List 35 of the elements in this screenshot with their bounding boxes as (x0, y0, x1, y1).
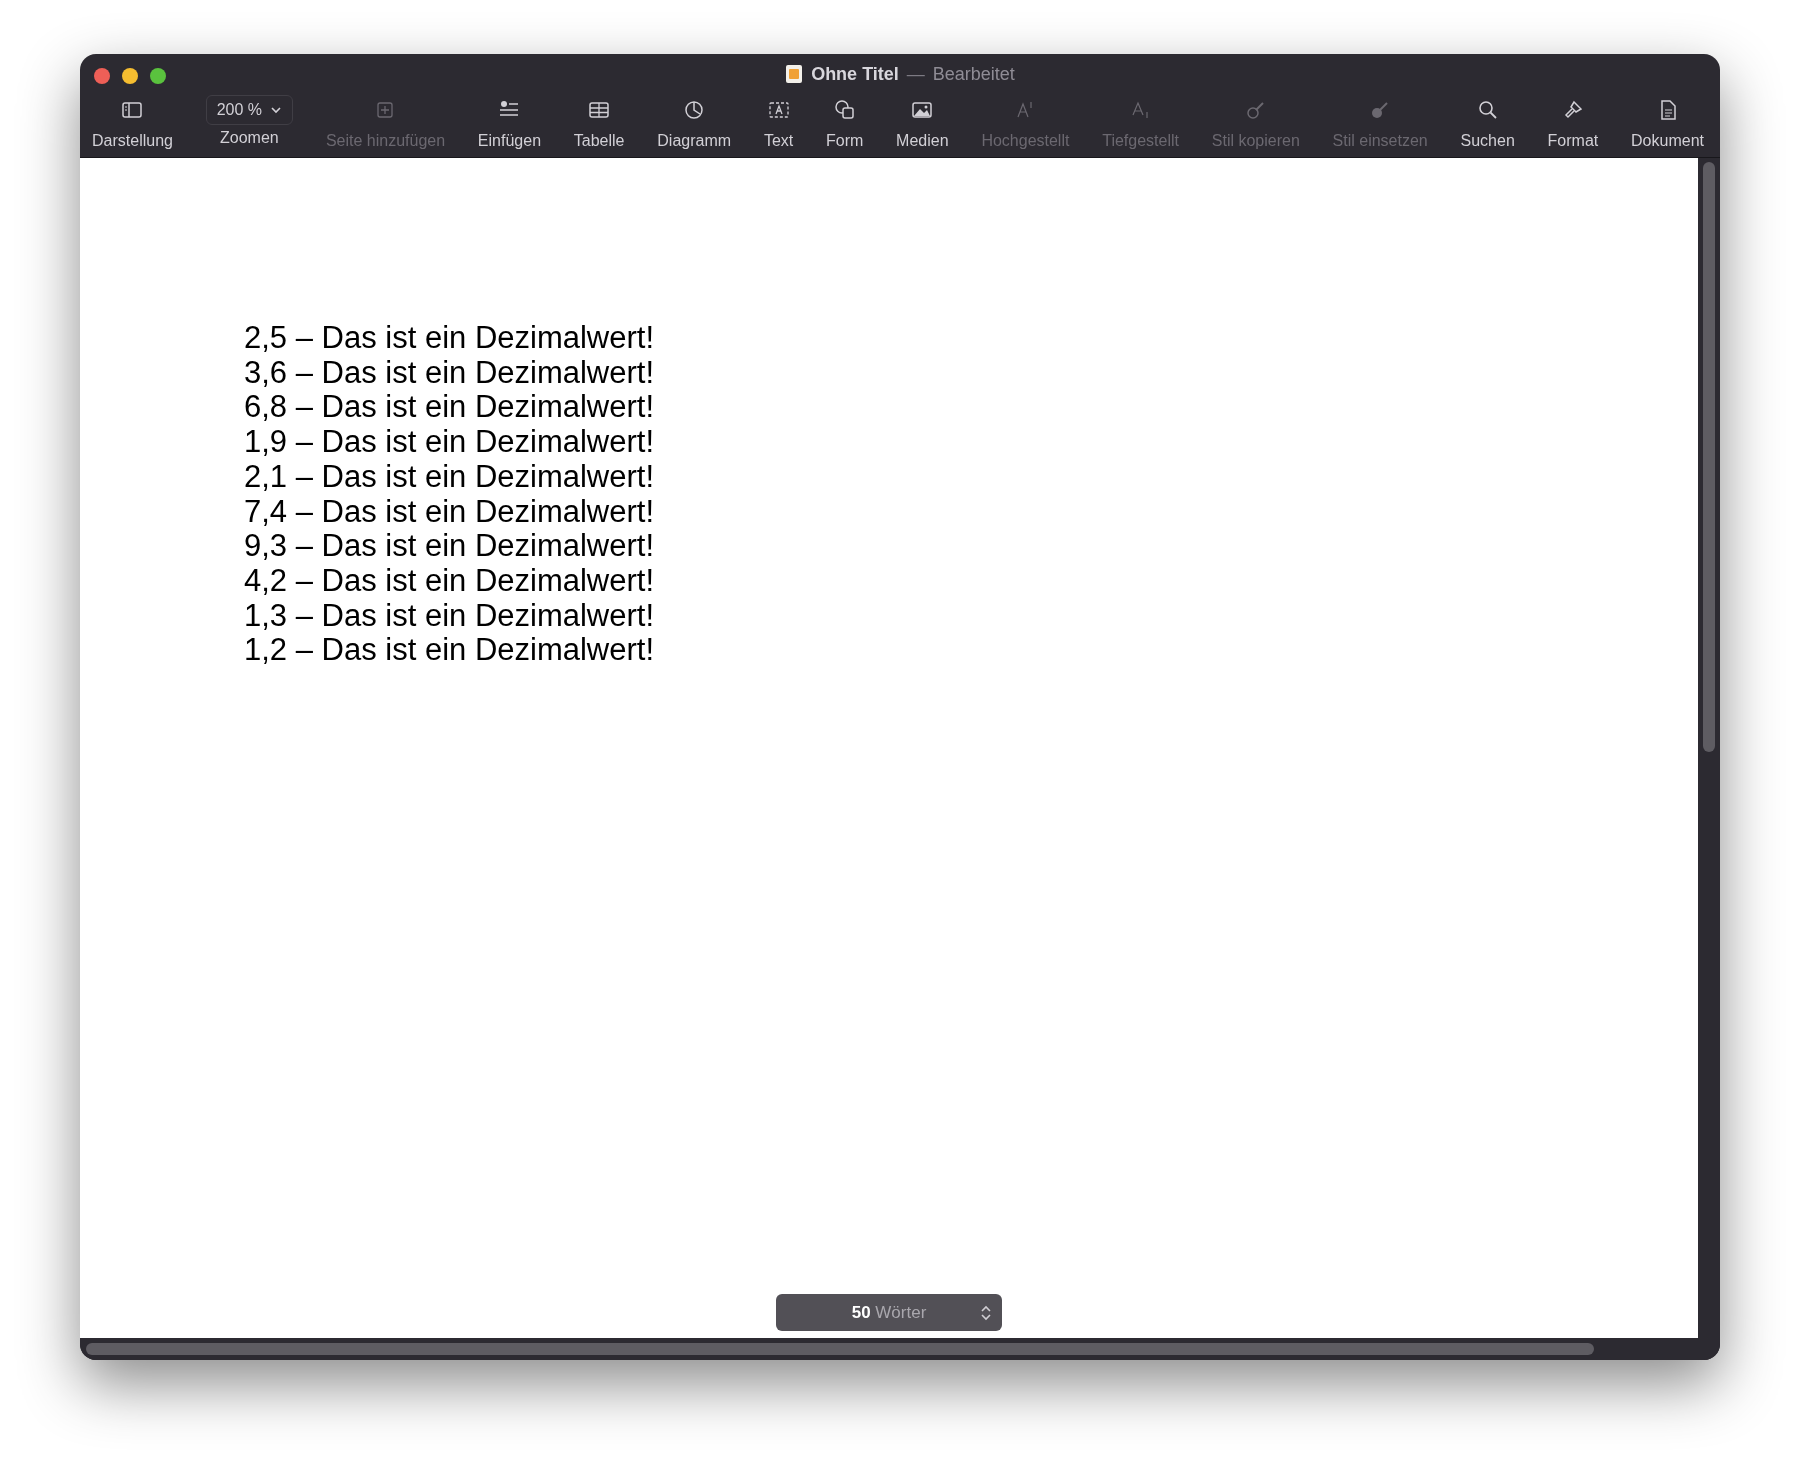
text-line: 1,3 – Das ist ein Dezimalwert! (244, 598, 656, 634)
word-count-button[interactable]: 50 Wörter (776, 1294, 1002, 1331)
text-line: 1,9 – Das ist ein Dezimalwert! (244, 425, 656, 460)
document-status: Bearbeitet (932, 63, 1015, 85)
text-line: 7,4 – Das ist ein Dezimalwert! (244, 494, 656, 530)
toolbar-button[interactable]: Einfügen (471, 94, 548, 150)
document-icon (785, 64, 804, 84)
toolbar-button[interactable]: Dokument (1625, 94, 1710, 150)
close-button[interactable] (94, 68, 110, 84)
toolbar-button[interactable]: Medien (890, 94, 955, 150)
zoom-button[interactable] (150, 68, 166, 84)
title-separator: — (906, 63, 925, 85)
text-line: 2,1 – Das ist ein Dezimalwert! (244, 459, 656, 495)
stepper-icon (980, 1304, 992, 1322)
zoom-dropdown[interactable]: 200 % (205, 95, 294, 125)
toolbar-button[interactable]: Tabelle (567, 94, 631, 150)
toolbar-button[interactable]: Darstellung (86, 94, 179, 150)
toolbar-button[interactable]: Suchen (1454, 94, 1521, 150)
window-title: Ohne Titel (811, 63, 899, 85)
toolbar-button[interactable]: Diagramm (651, 94, 738, 150)
toolbar-label: Zoomen (220, 129, 279, 147)
toolbar-button[interactable]: Format (1541, 94, 1605, 150)
toolbar-button[interactable]: Text (757, 94, 800, 150)
text-line: 3,6 – Das ist ein Dezimalwert! (244, 355, 656, 391)
minimize-button[interactable] (122, 68, 138, 84)
toolbar-button[interactable]: Form (820, 94, 870, 150)
text-line: 9,3 – Das ist ein Dezimalwert! (244, 529, 656, 564)
chevron-down-icon (270, 106, 283, 114)
text-line: 2,5 – Das ist ein Dezimalwert! (244, 321, 656, 356)
shapes-icon (832, 98, 857, 122)
text-line: 4,2 – Das ist ein Dezimalwert! (244, 563, 656, 599)
vertical-scrollbar[interactable] (1703, 162, 1715, 752)
text-line: 6,8 – Das ist ein Dezimalwert! (244, 390, 656, 426)
text-line: 1,2 – Das ist ein Dezimalwert! (244, 633, 656, 669)
horizontal-scrollbar[interactable] (86, 1343, 1594, 1355)
